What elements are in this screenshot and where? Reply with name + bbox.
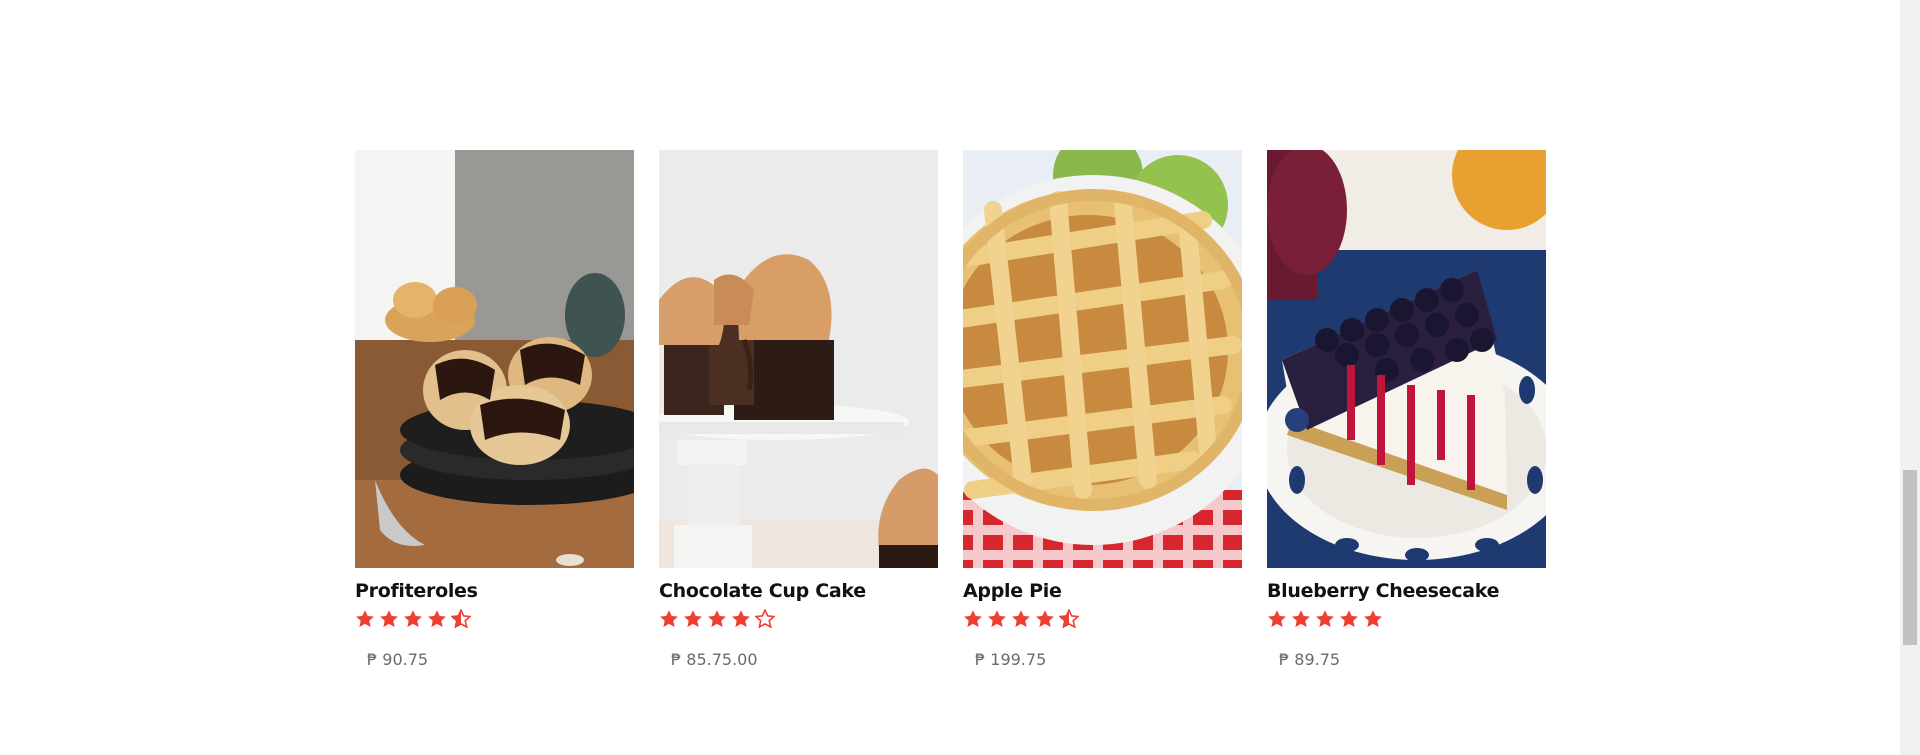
product-image-chocolate-cup-cake[interactable] — [659, 150, 938, 568]
product-name[interactable]: Apple Pie — [963, 580, 1242, 602]
vertical-scrollbar[interactable] — [1900, 0, 1920, 755]
star-icon — [1340, 610, 1358, 627]
star-icon — [380, 610, 398, 627]
star-icon — [732, 610, 750, 627]
product-price: ₱ 85.75.00 — [671, 650, 758, 669]
star-icon — [428, 610, 446, 627]
star-icon — [1364, 610, 1382, 627]
product-image-apple-pie[interactable] — [963, 150, 1242, 568]
product-price: ₱ 89.75 — [1279, 650, 1341, 669]
scrollbar-thumb[interactable] — [1903, 470, 1917, 645]
product-price: ₱ 90.75 — [367, 650, 429, 669]
cupcake-photo-icon — [659, 150, 938, 568]
star-icon — [1292, 610, 1310, 627]
apple-pie-photo-icon — [963, 150, 1242, 568]
star-icon — [755, 609, 775, 629]
star-icon — [1268, 610, 1286, 627]
product-image-profiteroles[interactable] — [355, 150, 634, 568]
product-card[interactable]: Profiteroles ₱ 90.75 — [355, 150, 634, 669]
star-icon — [1316, 610, 1334, 627]
star-icon — [1036, 610, 1054, 627]
product-image-blueberry-cheesecake[interactable] — [1267, 150, 1546, 568]
product-card[interactable]: Blueberry Cheesecake ₱ 89.75 — [1267, 150, 1546, 669]
product-rating — [659, 609, 938, 629]
page: Profiteroles ₱ 90.75 Chocolate Cup Cake … — [0, 0, 1920, 755]
star-icon — [451, 609, 471, 629]
star-icon — [988, 610, 1006, 627]
star-icon — [964, 610, 982, 627]
product-name[interactable]: Profiteroles — [355, 580, 634, 602]
product-name[interactable]: Blueberry Cheesecake — [1267, 580, 1546, 602]
product-rating — [355, 609, 634, 629]
star-icon — [660, 610, 678, 627]
product-price: ₱ 199.75 — [975, 650, 1047, 669]
product-card[interactable]: Chocolate Cup Cake ₱ 85.75.00 — [659, 150, 938, 669]
star-icon — [404, 610, 422, 627]
star-icon — [684, 610, 702, 627]
product-grid: Profiteroles ₱ 90.75 Chocolate Cup Cake … — [355, 150, 1546, 669]
star-icon — [1059, 609, 1079, 629]
product-rating — [963, 609, 1242, 629]
star-icon — [1012, 610, 1030, 627]
product-rating — [1267, 609, 1546, 629]
product-card[interactable]: Apple Pie ₱ 199.75 — [963, 150, 1242, 669]
star-icon — [356, 610, 374, 627]
cheesecake-photo-icon — [1267, 150, 1546, 568]
profiteroles-photo-icon — [355, 150, 634, 568]
star-icon — [708, 610, 726, 627]
product-name[interactable]: Chocolate Cup Cake — [659, 580, 938, 602]
